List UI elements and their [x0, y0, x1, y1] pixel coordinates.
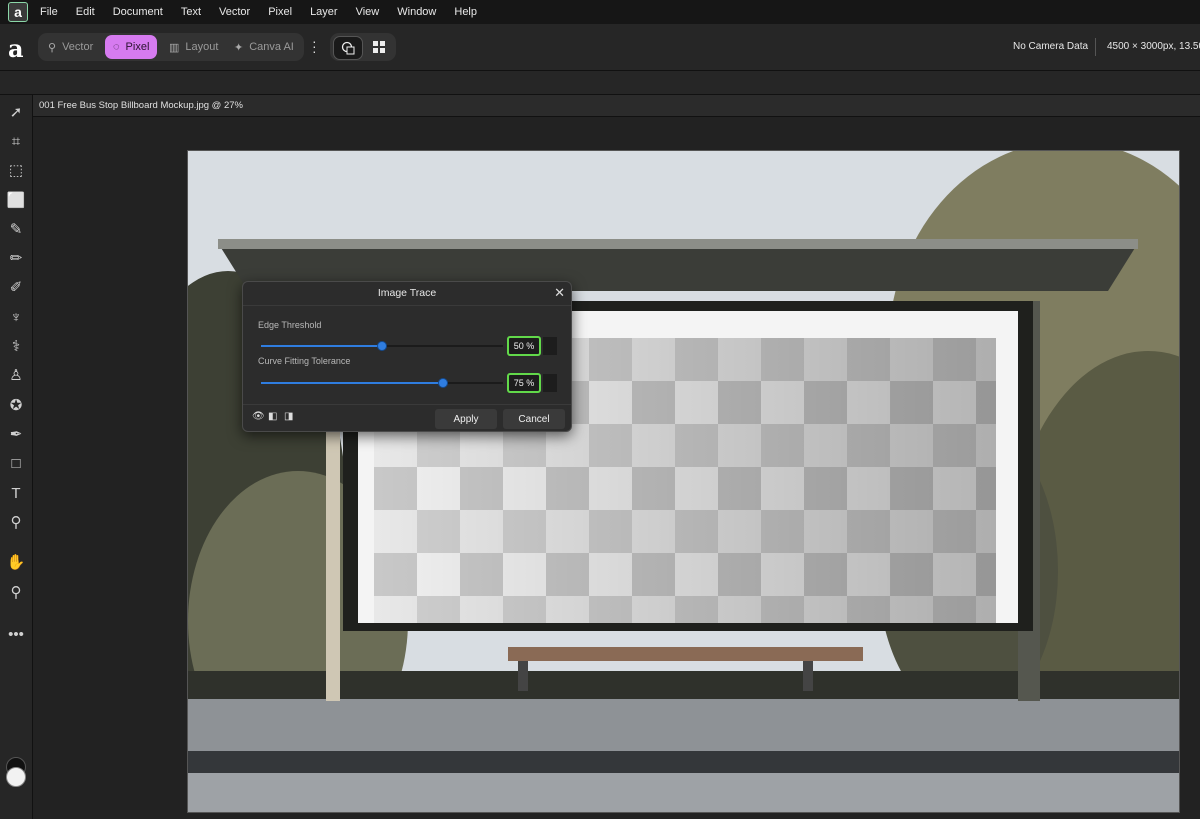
rectangle-tool-icon[interactable]: □ — [5, 452, 27, 474]
tools-panel: ➚ ⌗ ⬚ ⬜ ✎ ✏ ✐ ♆ ⚕ ♙ ✪ ✒ □ T ⚲ ✋ ⚲ ••• — [0, 95, 33, 819]
cancel-button[interactable]: Cancel — [503, 409, 565, 429]
grid-icon[interactable] — [365, 36, 393, 58]
persona-canva-ai[interactable]: ✦ Canva AI — [226, 35, 302, 59]
image-trace-dialog: Image Trace ✕ Edge Threshold 50 % Curve … — [242, 281, 572, 432]
split-view-icon[interactable]: ◧ — [268, 411, 277, 422]
more-options-icon[interactable]: · · · — [312, 34, 317, 58]
color-picker-icon[interactable]: ⚲ — [5, 511, 27, 533]
menu-file[interactable]: File — [40, 6, 58, 18]
menu-view[interactable]: View — [356, 6, 380, 18]
brand-logo: a — [8, 34, 24, 63]
persona-vector[interactable]: ⚲ Vector — [40, 35, 101, 59]
curve-tolerance-fill — [261, 382, 443, 384]
healing-brush-icon[interactable]: ✪ — [5, 394, 27, 416]
affinity-logo-icon[interactable]: a — [8, 2, 28, 22]
menu-vector[interactable]: Vector — [219, 6, 250, 18]
canva-ai-icon: ✦ — [234, 41, 244, 54]
curve-tolerance-spinner[interactable] — [543, 374, 557, 392]
document-tab[interactable]: 001 Free Bus Stop Billboard Mockup.jpg @… — [33, 95, 1200, 117]
menu-bar: a File Edit Document Text Vector Pixel L… — [0, 0, 1200, 24]
bus-stop-billboard-image — [188, 151, 1179, 812]
persona-switcher: ⚲ Vector ◌ Pixel ▥ Layout ✦ Canva AI — [38, 33, 304, 61]
layout-persona-icon: ▥ — [169, 41, 180, 54]
more-tools-icon[interactable]: ••• — [5, 623, 27, 645]
menu-text[interactable]: Text — [181, 6, 201, 18]
edge-threshold-spinner[interactable] — [543, 337, 557, 355]
edge-threshold-knob[interactable] — [377, 341, 387, 351]
menu-layer[interactable]: Layer — [310, 6, 338, 18]
dodge-brush-icon[interactable]: ♆ — [5, 306, 27, 328]
document-image[interactable] — [187, 150, 1180, 813]
context-toolbar — [0, 71, 1200, 95]
camera-data-label: No Camera Data — [1013, 41, 1089, 52]
image-size-label: 4500 × 3000px, 13.50 — [1107, 41, 1200, 52]
dialog-title: Image Trace — [243, 282, 571, 306]
edge-threshold-label: Edge Threshold — [258, 320, 322, 330]
persona-pixel[interactable]: ◌ Pixel — [105, 35, 158, 59]
marquee-tool-icon[interactable]: ⬜ — [5, 189, 27, 211]
pen-tool-icon[interactable]: ✒ — [5, 423, 27, 445]
dialog-footer: 👁 ◧ ◨ Apply Cancel — [243, 404, 571, 432]
curve-tolerance-label: Curve Fitting Tolerance — [258, 356, 351, 366]
move-tool-icon[interactable]: ➚ — [5, 101, 27, 123]
menu-window[interactable]: Window — [397, 6, 436, 18]
erase-brush-icon[interactable]: ✐ — [5, 276, 27, 298]
edge-threshold-fill — [261, 345, 382, 347]
menu-document[interactable]: Document — [113, 6, 163, 18]
toolbar-divider — [1095, 38, 1096, 56]
crop-tool-icon[interactable]: ⌗ — [5, 130, 27, 152]
curve-tolerance-input[interactable]: 75 % — [507, 373, 541, 393]
smudge-brush-icon[interactable]: ⚕ — [5, 335, 27, 357]
magic-wand-icon[interactable]: ✎ — [5, 218, 27, 240]
curve-tolerance-knob[interactable] — [437, 378, 448, 388]
curve-tolerance-slider[interactable] — [261, 378, 503, 388]
zoom-tool-icon[interactable]: ⚲ — [5, 581, 27, 603]
assistant-icon[interactable] — [333, 36, 363, 60]
close-icon[interactable]: ✕ — [554, 285, 565, 301]
text-tool-icon[interactable]: T — [5, 482, 27, 504]
view-mode-group — [330, 33, 396, 61]
menu-help[interactable]: Help — [454, 6, 477, 18]
paint-brush-icon[interactable]: ✏ — [5, 247, 27, 269]
menu-edit[interactable]: Edit — [76, 6, 95, 18]
edge-threshold-slider[interactable] — [261, 341, 503, 351]
selection-brush-icon[interactable]: ⬚ — [5, 159, 27, 181]
apply-button[interactable]: Apply — [435, 409, 497, 429]
mirror-view-icon[interactable]: ◨ — [284, 411, 293, 422]
pixel-persona-icon: ◌ — [113, 41, 120, 53]
vector-persona-icon: ⚲ — [48, 41, 57, 54]
document-title: 001 Free Bus Stop Billboard Mockup.jpg @… — [39, 100, 243, 111]
secondary-color-swatch[interactable] — [6, 767, 26, 787]
hand-tool-icon[interactable]: ✋ — [5, 551, 27, 573]
toolbar: a ⚲ Vector ◌ Pixel ▥ Layout ✦ Canva AI ·… — [0, 24, 1200, 71]
clone-stamp-icon[interactable]: ♙ — [5, 364, 27, 386]
persona-layout[interactable]: ▥ Layout — [161, 35, 226, 59]
edge-threshold-input[interactable]: 50 % — [507, 336, 541, 356]
preview-eye-icon[interactable]: 👁 — [252, 411, 265, 422]
menu-pixel[interactable]: Pixel — [268, 6, 292, 18]
